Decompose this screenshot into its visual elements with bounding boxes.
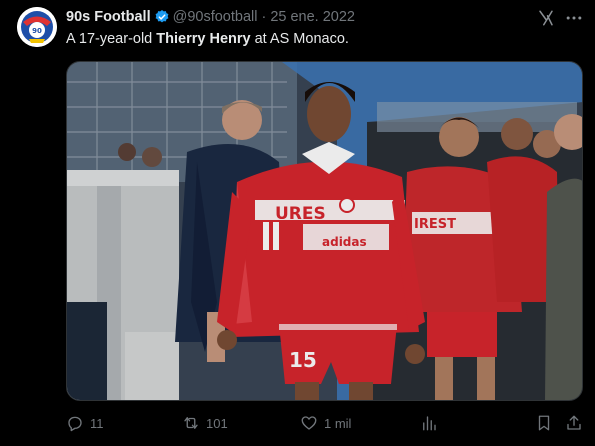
- repost-count: 101: [206, 415, 228, 431]
- repost-icon: [184, 417, 198, 429]
- verified-badge-icon: [155, 10, 169, 23]
- tweet-photo[interactable]: URES adidas IREST 15: [66, 61, 583, 401]
- more-options-icon[interactable]: [564, 8, 584, 28]
- reply-button[interactable]: 11: [66, 412, 104, 434]
- tweet-text: A 17-year-old Thierry Henry at AS Monaco…: [66, 31, 349, 47]
- tweet-actions: 11 101 1 mil: [0, 412, 595, 434]
- reply-icon: [68, 416, 82, 432]
- heart-icon: [301, 416, 317, 430]
- tweet-timestamp[interactable]: 25 ene. 2022: [270, 9, 355, 25]
- tweet-header: 90s Football @90sfootball · 25 ene. 2022: [66, 8, 355, 26]
- bookmark-icon[interactable]: [535, 414, 553, 432]
- avatar[interactable]: 90: [17, 7, 57, 47]
- author-handle[interactable]: @90sfootball: [173, 9, 258, 25]
- photo-scene: URES adidas IREST 15: [67, 62, 582, 400]
- tweet-text-part: A 17-year-old: [66, 31, 157, 47]
- tweet-text-bold-name: Thierry Henry: [156, 31, 251, 47]
- separator-dot: ·: [261, 9, 267, 25]
- 90s-football-logo-icon: 90: [17, 7, 57, 47]
- repost-button[interactable]: 101: [182, 412, 228, 434]
- like-button[interactable]: 1 mil: [300, 412, 351, 434]
- author-display-name[interactable]: 90s Football: [66, 9, 151, 25]
- tweet-text-part: at AS Monaco.: [250, 31, 349, 47]
- views-icon[interactable]: [420, 414, 438, 432]
- share-icon[interactable]: [565, 414, 583, 432]
- grok-icon[interactable]: [537, 9, 555, 27]
- tweet[interactable]: 90 90s Football @90sfootball · 25 ene. 2…: [0, 0, 595, 446]
- svg-text:90: 90: [32, 27, 42, 35]
- like-count: 1 mil: [324, 415, 352, 431]
- reply-count: 11: [90, 415, 104, 431]
